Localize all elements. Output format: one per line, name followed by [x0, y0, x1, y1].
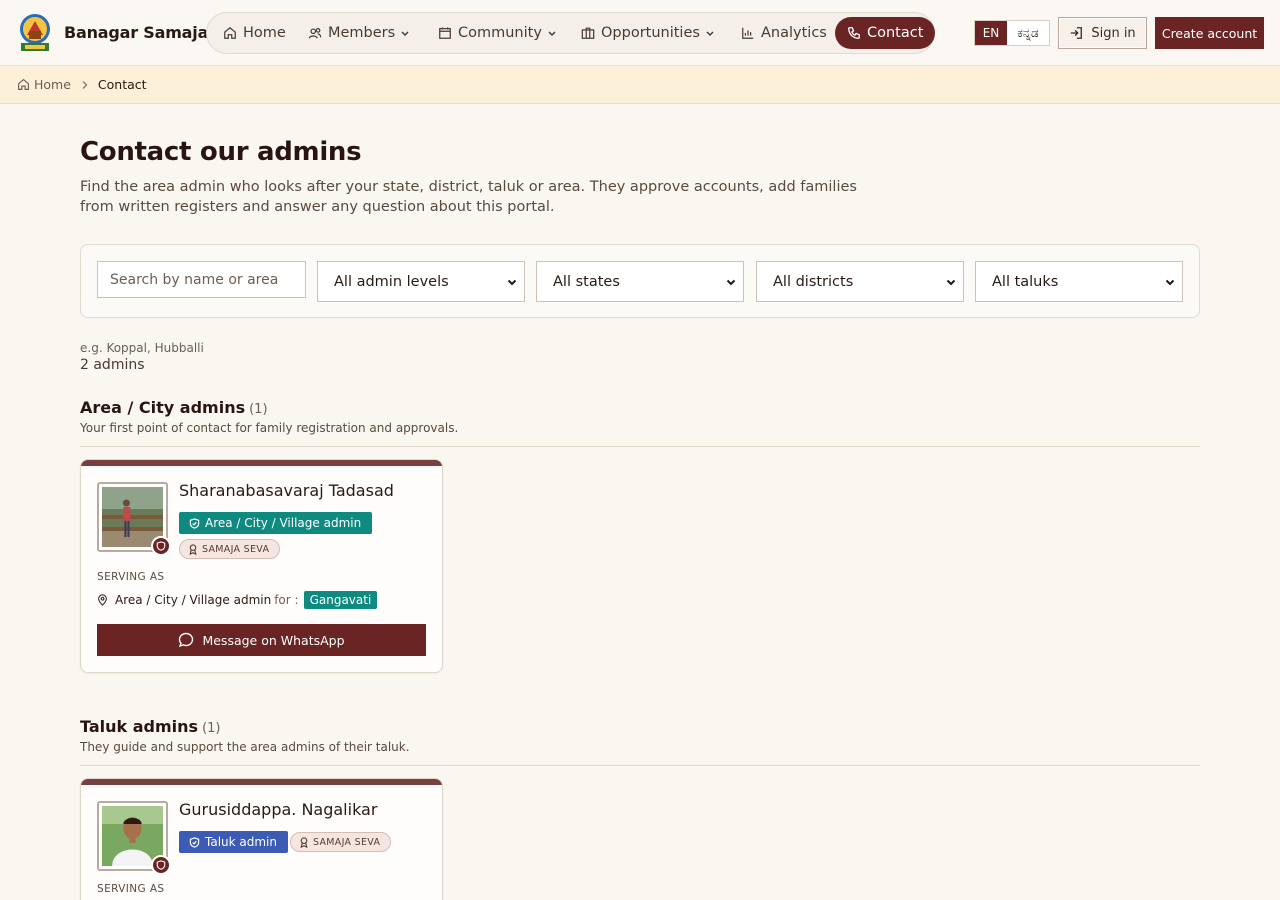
create-account-button[interactable]: Create account: [1155, 17, 1264, 49]
bar-chart-icon: [742, 27, 754, 39]
search-input[interactable]: [97, 261, 306, 298]
location-chip: Gangavati: [303, 591, 378, 609]
nav-members-label: Members: [328, 25, 396, 41]
language-toggle: EN ಕನ್ನಡ: [974, 20, 1050, 46]
samaja-logo-icon[interactable]: [17, 13, 53, 53]
nav-community-label: Community: [458, 25, 542, 41]
section-divider: [80, 765, 1200, 766]
role-badge: Taluk admin: [179, 831, 288, 853]
search-hint: e.g. Koppal, Hubballi: [80, 341, 204, 355]
section-count: (1): [202, 721, 221, 736]
shield-check-icon: [189, 836, 200, 848]
results-count: 2 admins: [80, 357, 145, 373]
chevron-down-icon: [1165, 279, 1175, 286]
card-accent-bar: [81, 460, 442, 466]
whatsapp-button[interactable]: Message on WhatsApp: [97, 624, 426, 656]
admin-name: Gurusiddappa. Nagalikar: [179, 800, 378, 819]
district-select[interactable]: All districts: [756, 261, 964, 302]
nav-contact[interactable]: Contact: [835, 17, 936, 49]
role-badge-label: Taluk admin: [205, 835, 277, 849]
nav-analytics[interactable]: Analytics: [741, 13, 827, 53]
map-pin-icon: [98, 594, 107, 606]
nav-home[interactable]: Home: [223, 13, 286, 53]
sign-in-button[interactable]: Sign in: [1058, 17, 1147, 49]
state-select[interactable]: All states: [536, 261, 744, 302]
samaja-seva-badge: SAMAJA SEVA: [179, 539, 281, 559]
section-divider: [80, 446, 1200, 447]
verified-shield-icon: [151, 536, 171, 556]
admin-level-select[interactable]: All admin levels: [317, 261, 525, 302]
briefcase-icon: [581, 27, 595, 39]
section-count: (1): [249, 402, 268, 417]
serving-as-label: SERVING AS: [97, 571, 165, 583]
serving-as-label: SERVING AS: [97, 883, 165, 895]
filter-panel: All admin levels All states All district…: [80, 244, 1200, 318]
section-subtitle-area: Your first point of contact for family r…: [80, 421, 459, 435]
admin-card: Gurusiddappa. Nagalikar Taluk admin SAMA…: [80, 778, 443, 900]
award-icon: [189, 543, 197, 555]
section-title-area: Area / City admins (1): [80, 398, 268, 417]
page-title: Contact our admins: [80, 137, 362, 167]
role-badge-label: Area / City / Village admin: [205, 516, 362, 530]
chevron-right-icon: [81, 80, 89, 90]
chevron-down-icon: [401, 31, 409, 37]
chevron-down-icon: [726, 279, 736, 286]
top-header: Banagar Samaja Home Members Community Op…: [0, 0, 1280, 66]
lang-en-button[interactable]: EN: [975, 21, 1007, 45]
admin-name: Sharanabasavaraj Tadasad: [179, 481, 394, 500]
brand-name[interactable]: Banagar Samaja: [64, 23, 208, 42]
verified-shield-icon: [151, 855, 171, 875]
whatsapp-label: Message on WhatsApp: [202, 632, 345, 648]
main-nav: Home Members Community Opportunities Ana…: [206, 12, 936, 54]
breadcrumb-home[interactable]: Home: [17, 77, 71, 92]
district-value: All districts: [773, 273, 854, 290]
lang-kn-button[interactable]: ಕನ್ನಡ: [1007, 21, 1049, 45]
sign-in-icon: [1071, 27, 1083, 39]
section-title-text: Taluk admins: [80, 717, 199, 736]
phone-icon: [848, 27, 860, 39]
nav-opportunities-label: Opportunities: [601, 25, 700, 41]
section-title-text: Area / City admins: [80, 398, 246, 417]
page-description: Find the area admin who looks after your…: [80, 179, 857, 215]
section-subtitle-taluk: They guide and support the area admins o…: [80, 740, 410, 754]
chevron-down-icon: [706, 31, 714, 37]
serving-line: Area / City / Village admin for : Gangav…: [97, 591, 378, 609]
admin-card: Sharanabasavaraj Tadasad Area / City / V…: [80, 459, 443, 673]
award-icon: [300, 836, 308, 848]
samaja-seva-badge: SAMAJA SEVA: [290, 832, 392, 852]
chevron-down-icon: [507, 279, 517, 286]
home-icon: [18, 78, 29, 90]
breadcrumb-current: Contact: [97, 77, 147, 92]
chevron-down-icon: [548, 31, 556, 37]
admin-level-value: All admin levels: [334, 273, 449, 290]
chevron-down-icon: [946, 279, 956, 286]
users-icon: [308, 28, 322, 39]
card-accent-bar: [81, 779, 442, 785]
sign-in-label: Sign in: [1091, 25, 1136, 41]
nav-opportunities[interactable]: Opportunities: [581, 13, 715, 53]
chat-bubble-icon: [179, 632, 194, 648]
nav-analytics-label: Analytics: [761, 25, 827, 41]
role-badge: Area / City / Village admin: [179, 512, 373, 534]
calendar-icon: [439, 27, 451, 39]
nav-contact-label: Contact: [867, 25, 924, 41]
for-label: for :: [274, 593, 299, 607]
nav-members[interactable]: Members: [308, 13, 410, 53]
home-icon: [224, 26, 236, 39]
taluk-select[interactable]: All taluks: [975, 261, 1183, 302]
nav-home-label: Home: [243, 25, 286, 41]
taluk-value: All taluks: [992, 273, 1059, 290]
seva-label: SAMAJA SEVA: [313, 836, 381, 848]
serving-role: Area / City / Village admin: [115, 593, 272, 607]
breadcrumb: Home Contact: [0, 66, 1280, 104]
state-value: All states: [553, 273, 620, 290]
breadcrumb-home-label: Home: [34, 77, 71, 92]
shield-check-icon: [189, 517, 200, 529]
seva-label: SAMAJA SEVA: [202, 543, 270, 555]
nav-community[interactable]: Community: [438, 13, 557, 53]
section-title-taluk: Taluk admins (1): [80, 717, 220, 736]
